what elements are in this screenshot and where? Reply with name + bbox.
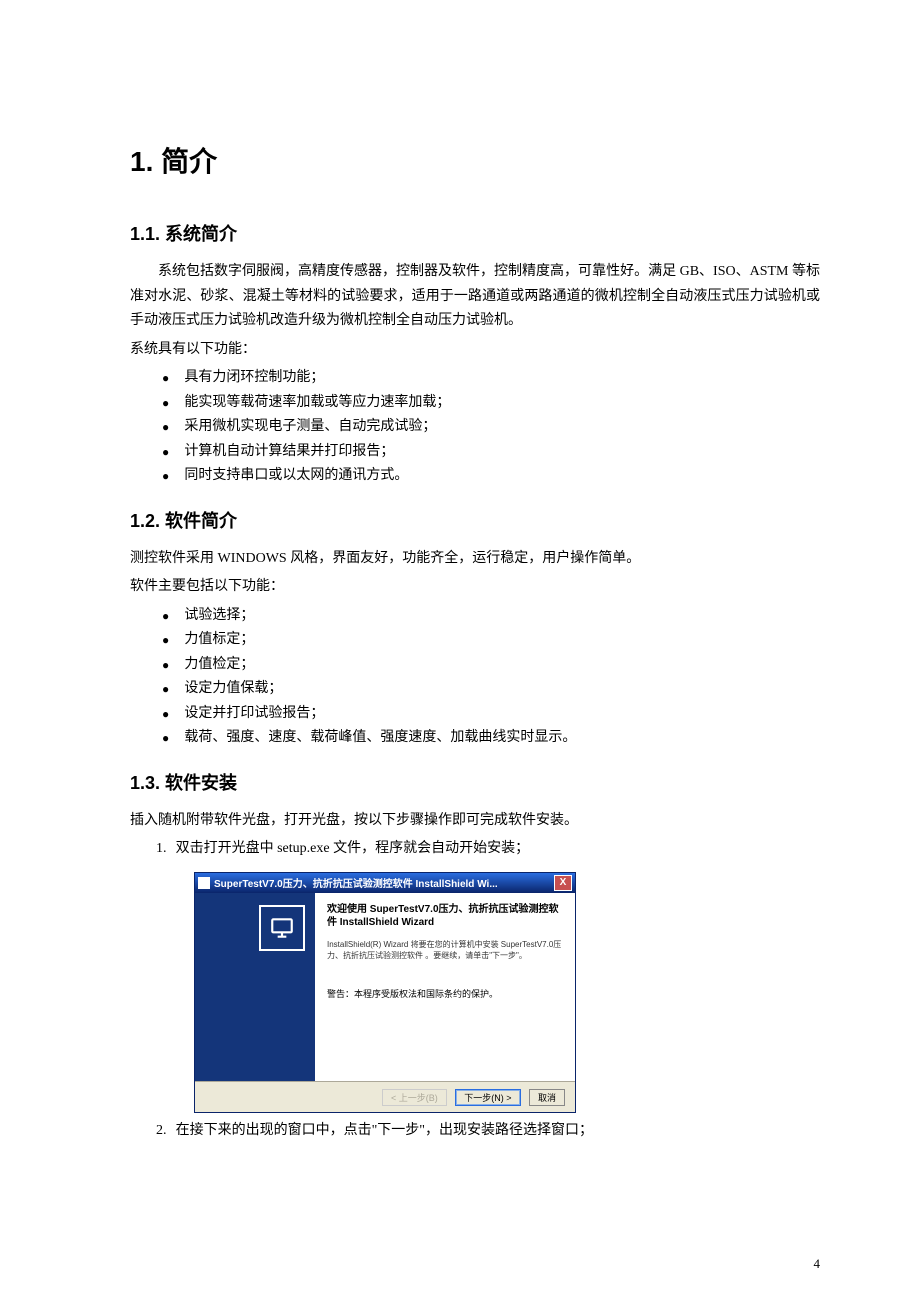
list-item: 设定力值保载； [162,677,820,702]
installer-sidebar [195,893,315,1081]
paragraph: 软件主要包括以下功能： [130,575,820,600]
installer-content: 欢迎使用 SuperTestV7.0压力、抗折抗压试验测控软件 InstallS… [315,893,575,1081]
paragraph: 系统具有以下功能： [130,338,820,363]
installer-titlebar: SuperTestV7.0压力、抗折抗压试验测控软件 InstallShield… [195,873,575,893]
list-item: 同时支持串口或以太网的通讯方式。 [162,464,820,489]
installer-warning: 警告：本程序受版权法和国际条约的保护。 [327,987,563,1000]
list-item: 试验选择； [162,604,820,629]
numbered-list: 双击打开光盘中 setup.exe 文件，程序就会自动开始安装； [130,837,820,862]
installer-screenshot: SuperTestV7.0压力、抗折抗压试验测控软件 InstallShield… [194,872,576,1113]
heading-1-3: 1.3. 软件安装 [130,769,820,795]
installer-body: 欢迎使用 SuperTestV7.0压力、抗折抗压试验测控软件 InstallS… [195,893,575,1081]
paragraph: 插入随机附带软件光盘，打开光盘，按以下步骤操作即可完成软件安装。 [130,809,820,834]
list-item: 能实现等载荷速率加载或等应力速率加载； [162,391,820,416]
list-item: 力值检定； [162,653,820,678]
computer-icon [259,905,305,951]
heading-1-2: 1.2. 软件简介 [130,507,820,533]
heading-1: 1. 简介 [130,140,820,180]
close-icon[interactable]: X [554,875,572,891]
paragraph: 测控软件采用 WINDOWS 风格，界面友好，功能齐全，运行稳定，用户操作简单。 [130,547,820,572]
next-button[interactable]: 下一步(N) > [455,1089,520,1106]
installer-icon [198,877,210,889]
list-item: 载荷、强度、速度、载荷峰值、强度速度、加载曲线实时显示。 [162,726,820,751]
list-item: 计算机自动计算结果并打印报告； [162,440,820,465]
list-item: 力值标定； [162,628,820,653]
list-item: 在接下来的出现的窗口中，点击"下一步"，出现安装路径选择窗口； [170,1119,820,1144]
list-item: 双击打开光盘中 setup.exe 文件，程序就会自动开始安装； [170,837,820,862]
list-item: 设定并打印试验报告； [162,702,820,727]
numbered-list: 在接下来的出现的窗口中，点击"下一步"，出现安装路径选择窗口； [130,1119,820,1144]
bullet-list: 具有力闭环控制功能； 能实现等载荷速率加载或等应力速率加载； 采用微机实现电子测… [130,366,820,489]
installer-title: SuperTestV7.0压力、抗折抗压试验测控软件 InstallShield… [214,875,498,890]
list-item: 采用微机实现电子测量、自动完成试验； [162,415,820,440]
heading-1-1: 1.1. 系统简介 [130,220,820,246]
installer-button-bar: < 上一步(B) 下一步(N) > 取消 [195,1081,575,1112]
cancel-button[interactable]: 取消 [529,1089,565,1106]
bullet-list: 试验选择； 力值标定； 力值检定； 设定力值保载； 设定并打印试验报告； 载荷、… [130,604,820,751]
paragraph: 系统包括数字伺服阀，高精度传感器，控制器及软件，控制精度高，可靠性好。满足 GB… [130,260,820,334]
page-number: 4 [814,1256,821,1272]
installer-welcome: 欢迎使用 SuperTestV7.0压力、抗折抗压试验测控软件 InstallS… [327,903,563,929]
installer-desc: InstallShield(R) Wizard 将要在您的计算机中安装 Supe… [327,939,563,961]
document-page: 1. 简介 1.1. 系统简介 系统包括数字伺服阀，高精度传感器，控制器及软件，… [0,0,920,1302]
list-item: 具有力闭环控制功能； [162,366,820,391]
back-button: < 上一步(B) [382,1089,447,1106]
